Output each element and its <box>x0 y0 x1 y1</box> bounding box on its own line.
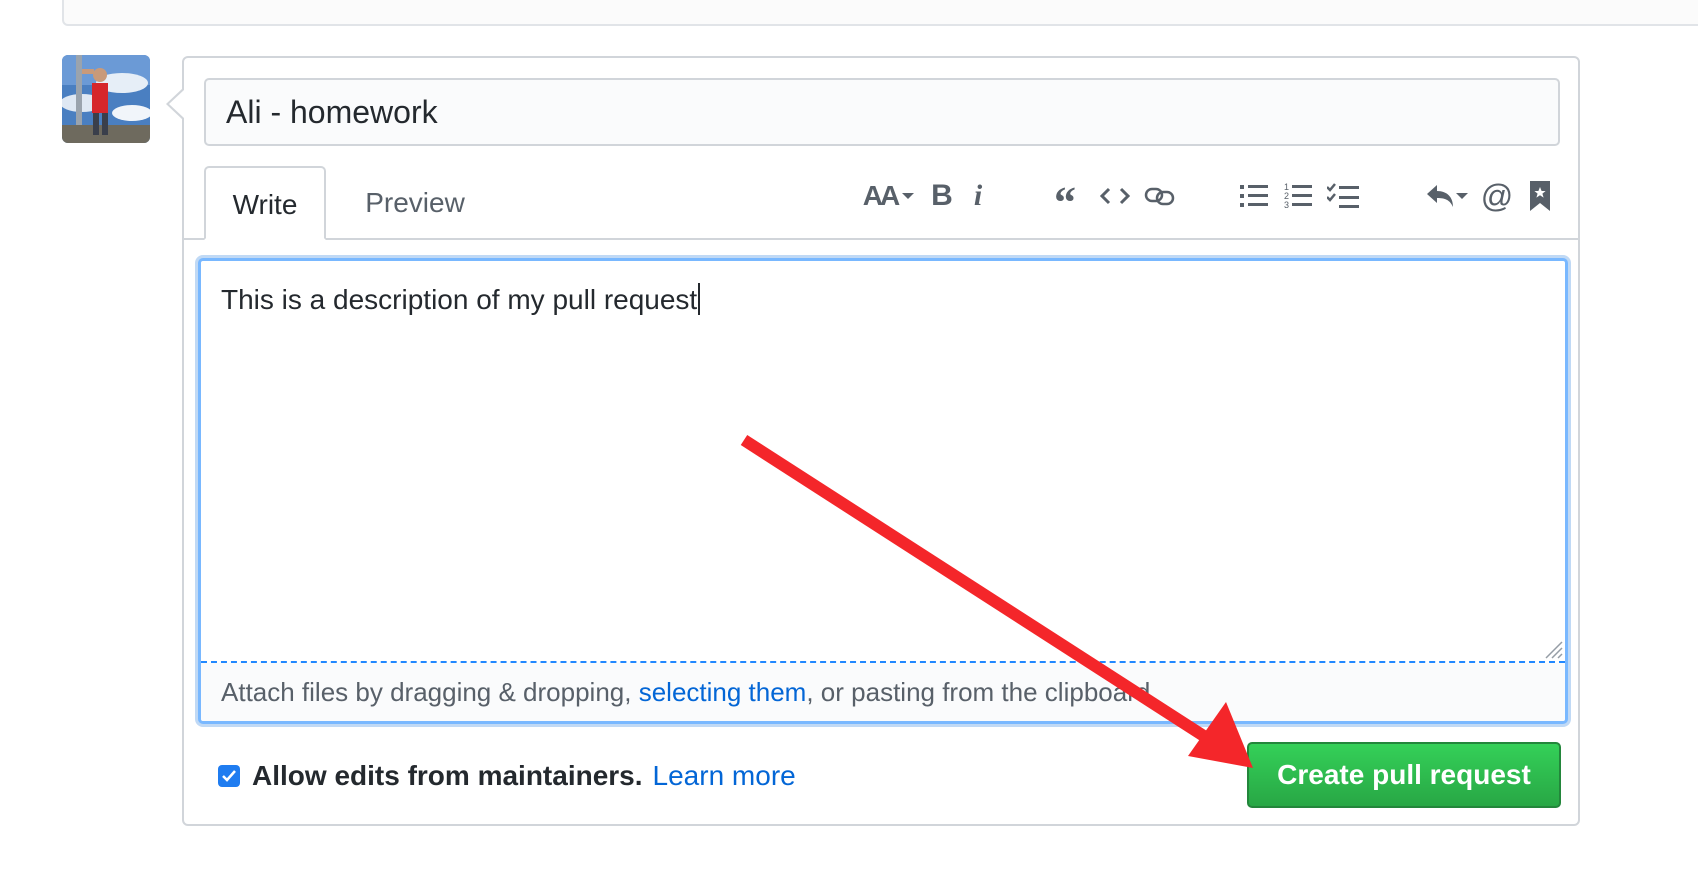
create-pull-request-button[interactable]: Create pull request <box>1247 742 1561 808</box>
quote-icon[interactable]: “ <box>1048 172 1082 227</box>
italic-icon[interactable]: i <box>966 172 990 220</box>
checkmark-icon <box>222 770 236 782</box>
pull-request-body-editor[interactable]: This is a description of my pull request… <box>198 258 1568 724</box>
allow-edits-row: Allow edits from maintainers. Learn more <box>218 760 796 792</box>
resize-handle-icon[interactable] <box>1543 639 1563 659</box>
allow-edits-checkbox[interactable] <box>218 765 240 787</box>
svg-text:3: 3 <box>1284 200 1289 210</box>
allow-edits-label[interactable]: Allow edits from maintainers. <box>252 760 643 792</box>
text-cursor <box>698 283 701 315</box>
learn-more-link[interactable]: Learn more <box>653 760 796 792</box>
body-text[interactable]: This is a description of my pull request <box>221 283 701 316</box>
previous-panel-edge <box>62 0 1698 26</box>
code-icon[interactable] <box>1098 172 1132 220</box>
pull-request-title-input[interactable] <box>204 78 1560 146</box>
tab-preview[interactable]: Preview <box>340 166 490 240</box>
bookmark-icon[interactable] <box>1526 172 1554 220</box>
tab-write[interactable]: Write <box>204 166 326 240</box>
reply-icon[interactable] <box>1424 172 1470 220</box>
task-list-icon[interactable] <box>1326 172 1360 220</box>
attach-files-text: Attach files by dragging & dropping, sel… <box>221 677 1158 707</box>
avatar[interactable] <box>62 55 150 143</box>
link-icon[interactable] <box>1142 172 1178 220</box>
selecting-them-link[interactable]: selecting them <box>639 677 807 707</box>
bold-icon[interactable]: B <box>928 172 956 220</box>
numbered-list-icon[interactable]: 123 <box>1282 172 1314 220</box>
bulleted-list-icon[interactable] <box>1238 172 1270 220</box>
mention-icon[interactable]: @ <box>1480 172 1514 220</box>
heading-icon[interactable]: AA <box>860 172 918 220</box>
attach-files-bar[interactable]: Attach files by dragging & dropping, sel… <box>201 663 1565 721</box>
